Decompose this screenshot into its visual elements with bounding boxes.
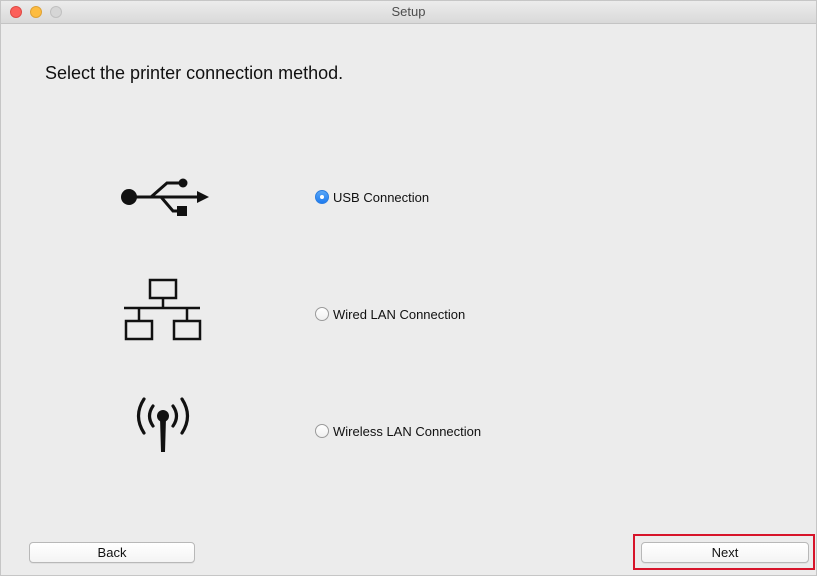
title-bar: Setup (1, 1, 816, 24)
window-title: Setup (391, 4, 426, 19)
wireless-lan-connection-radio[interactable]: Wireless LAN Connection (315, 422, 481, 440)
wireless-antenna-icon (111, 394, 211, 464)
wireless-lan-radio-button[interactable] (315, 424, 329, 438)
wireless-lan-connection-label[interactable]: Wireless LAN Connection (333, 424, 481, 439)
wired-network-icon (111, 277, 211, 347)
usb-connection-radio[interactable]: USB Connection (315, 188, 429, 206)
usb-icon (111, 161, 211, 231)
page-title: Select the printer connection method. (45, 63, 344, 83)
next-button[interactable]: Next (641, 542, 809, 563)
wired-lan-radio-button[interactable] (315, 307, 329, 321)
back-button[interactable]: Back (29, 542, 195, 563)
usb-connection-label[interactable]: USB Connection (333, 190, 429, 205)
wired-lan-connection-label[interactable]: Wired LAN Connection (333, 307, 465, 322)
wired-lan-connection-radio[interactable]: Wired LAN Connection (315, 305, 465, 323)
usb-radio-button[interactable] (315, 190, 329, 204)
setup-window: Setup Select the printer connection meth… (0, 0, 817, 576)
